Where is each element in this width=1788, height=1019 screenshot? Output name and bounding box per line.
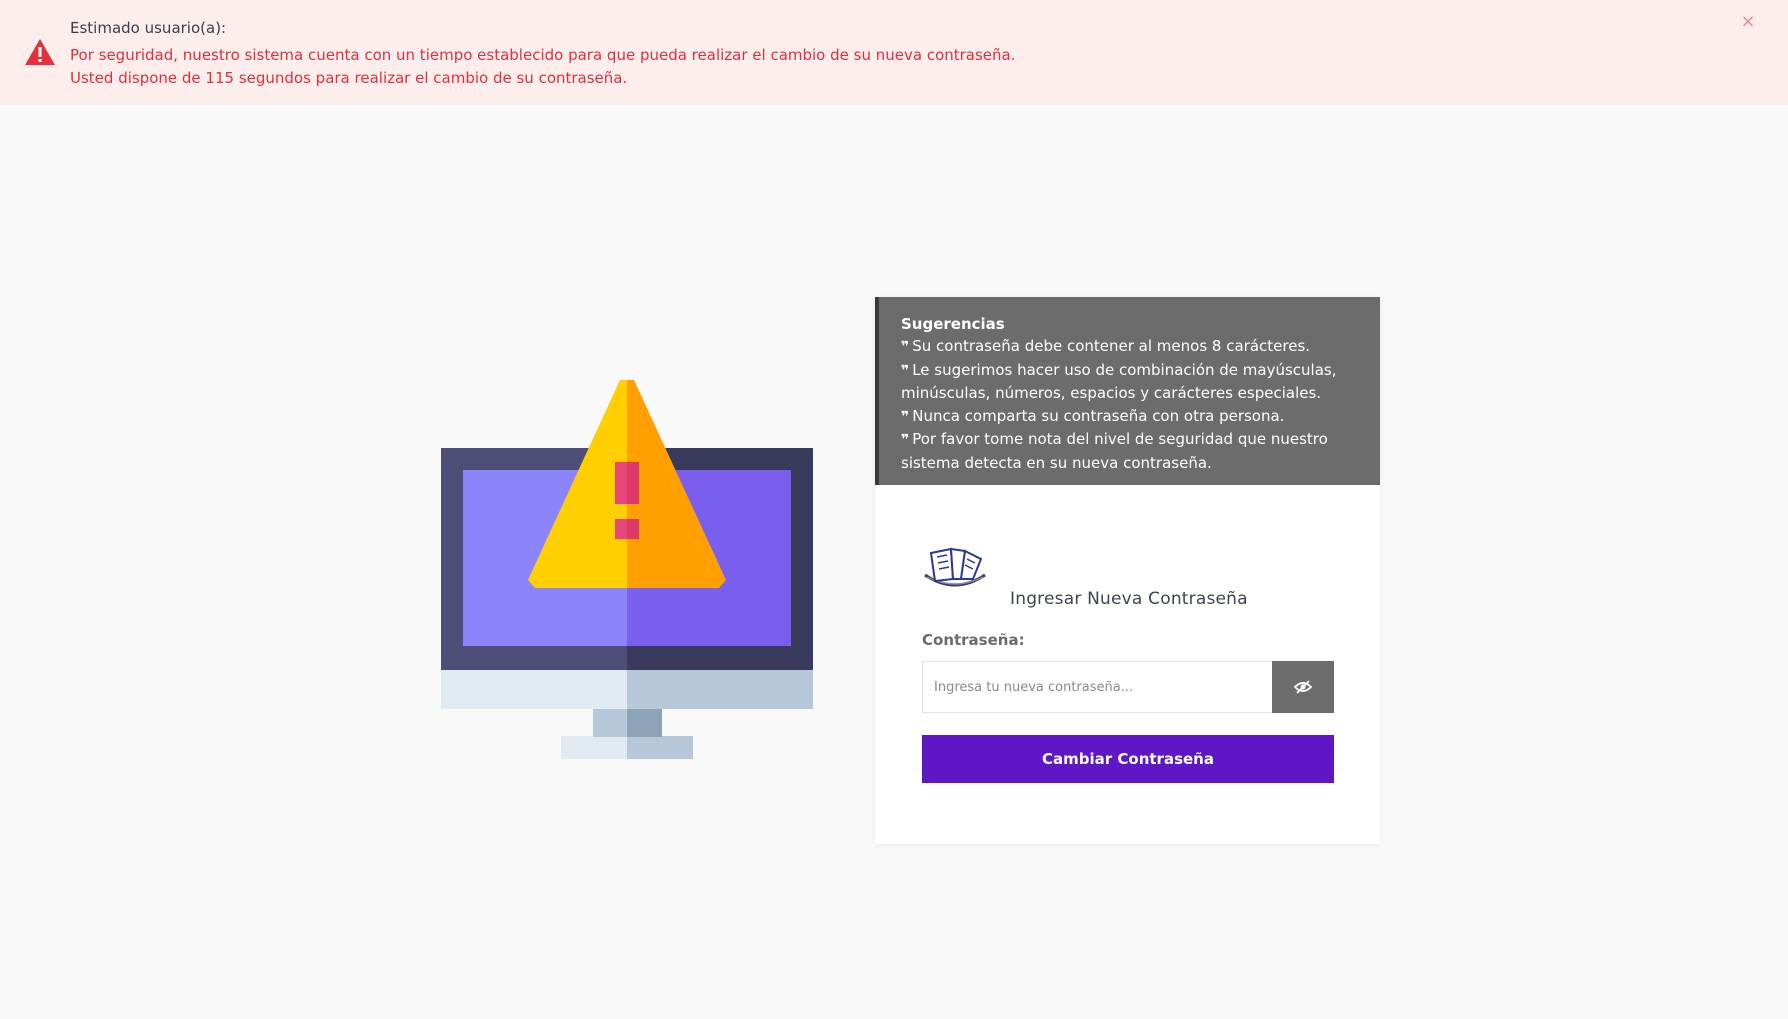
alert-banner: Estimado usuario(a): Por seguridad, nues… [0,0,1788,105]
form-title: Ingresar Nueva Contraseña [1010,589,1248,609]
toggle-password-visibility-button[interactable] [1272,661,1334,713]
alert-title: Estimado usuario(a): [70,19,227,37]
eye-slash-icon [1294,680,1312,694]
suggestion-item: ❞ Nunca comparta su contraseña con otra p… [901,406,1285,425]
quote-icon: ❞ [901,432,910,448]
alert-message-line-2: Usted dispone de 115 segundos para reali… [70,69,628,87]
alert-text: Estimado usuario(a): Por seguridad, nues… [70,18,1016,90]
close-icon[interactable]: × [1738,12,1758,32]
alert-message-line-1: Por seguridad, nuestro sistema cuenta co… [70,46,1016,64]
quote-icon: ❞ [901,408,910,425]
password-input[interactable] [922,661,1272,713]
warning-triangle-icon [25,39,55,65]
suggestion-item: ❞ Su contraseña debe contener al menos 8 … [901,337,1311,355]
suggestion-item: ❞ Por favor tome nota del nivel de seguri… [901,430,1328,472]
change-password-button[interactable]: Cambiar Contraseña [922,735,1334,783]
monitor-warning-illustration [441,380,813,759]
suggestion-item: ❞ Le sugerimos hacer uso de combinación d… [901,360,1337,403]
institution-logo-icon [924,547,986,587]
quote-icon: ❞ [901,339,910,355]
password-card: Sugerencias ❞ Su contraseña debe contener… [875,297,1380,844]
suggestions-panel: Sugerencias ❞ Su contraseña debe contener… [875,297,1380,485]
suggestions-title: Sugerencias [901,315,1005,333]
password-input-group [922,661,1334,713]
quote-icon: ❞ [901,362,910,379]
password-label: Contraseña: [922,631,1025,649]
